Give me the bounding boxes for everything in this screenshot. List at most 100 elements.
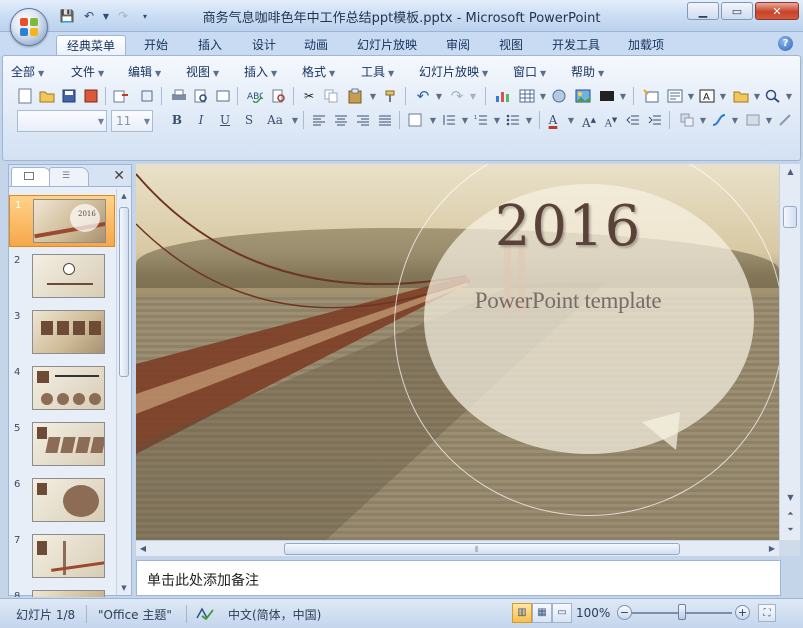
menu-help[interactable]: 帮助 ▼	[571, 62, 604, 82]
scroll-right-icon[interactable]: ▶	[765, 541, 779, 557]
tab-developer[interactable]: 开发工具	[542, 35, 610, 56]
bold-button[interactable]: B	[167, 110, 187, 130]
maximize-button[interactable]: ▭	[721, 2, 753, 20]
undo-toolbar-dropdown-icon[interactable]: ▼	[429, 86, 449, 106]
menu-all[interactable]: 全部 ▼	[11, 62, 44, 82]
thumbnail-slide-4[interactable]: 4	[9, 363, 115, 415]
help-icon[interactable]: ?	[778, 36, 793, 51]
office-button[interactable]	[10, 8, 48, 46]
menu-format[interactable]: 格式 ▼	[302, 62, 335, 82]
align-left-icon[interactable]	[309, 110, 329, 130]
thumb-scroll-down-icon[interactable]: ▼	[117, 581, 131, 595]
print-preview-icon[interactable]	[191, 86, 211, 106]
menu-slideshow[interactable]: 幻灯片放映 ▼	[419, 62, 488, 82]
font-color-dropdown-icon[interactable]: ▼	[561, 110, 581, 130]
permission-icon[interactable]	[81, 86, 101, 106]
tab-view[interactable]: 视图	[489, 35, 533, 56]
format-painter-icon[interactable]	[381, 86, 401, 106]
thumb-scroll-thumb[interactable]	[119, 207, 129, 377]
menu-edit[interactable]: 编辑 ▼	[128, 62, 161, 82]
thumbnail-slide-5[interactable]: 5	[9, 419, 115, 471]
open-folder-icon[interactable]	[37, 86, 57, 106]
scroll-left-icon[interactable]: ◀	[136, 541, 150, 557]
thumbnail-slide-1[interactable]: 1 2016	[9, 195, 115, 247]
shrink-font-button[interactable]: A▼	[601, 110, 621, 130]
change-case-dropdown-icon[interactable]: ▼	[285, 110, 305, 130]
shape-outline-icon[interactable]	[775, 110, 795, 130]
insert-clipart-icon[interactable]	[549, 86, 569, 106]
justify-icon[interactable]	[375, 110, 395, 130]
italic-button[interactable]: I	[191, 110, 211, 130]
thumbnail-slide-6[interactable]: 6	[9, 475, 115, 527]
fit-to-window-icon[interactable]: ⛶	[758, 604, 776, 622]
thumbnail-slide-3[interactable]: 3	[9, 307, 115, 359]
previous-slide-icon[interactable]: ⏶	[780, 506, 801, 522]
underline-button[interactable]: U	[215, 110, 235, 130]
decrease-indent-icon[interactable]	[623, 110, 643, 130]
slide-scroll-up-icon[interactable]: ▲	[780, 164, 801, 180]
paste-icon[interactable]	[345, 86, 365, 106]
language-indicator[interactable]: 中文(简体，中国)	[228, 606, 321, 623]
tab-slideshow[interactable]: 幻灯片放映	[347, 35, 427, 56]
outline-tab[interactable]: ☰	[49, 167, 89, 186]
change-case-button[interactable]: Aa	[263, 110, 287, 130]
zoom-slider-thumb[interactable]	[678, 604, 686, 620]
insert-chart-icon[interactable]	[493, 86, 513, 106]
slide-year-title[interactable]: 2016	[436, 194, 700, 259]
bullets-dropdown-icon[interactable]: ▼	[519, 110, 539, 130]
zoom-in-button[interactable]: +	[735, 605, 750, 620]
find-dropdown-icon[interactable]: ▼	[779, 86, 799, 106]
save-disk-icon[interactable]	[59, 86, 79, 106]
text-box-dropdown-icon[interactable]: ▼	[713, 86, 733, 106]
pane-close-icon[interactable]: ✕	[113, 168, 125, 184]
thumbnail-scrollbar[interactable]: ▲ ▼	[116, 189, 131, 595]
notes-pane[interactable]: 单击此处添加备注	[136, 560, 781, 596]
thumb-scroll-up-icon[interactable]: ▲	[117, 189, 131, 203]
align-right-icon[interactable]	[353, 110, 373, 130]
paste-dropdown-icon[interactable]: ▼	[363, 86, 383, 106]
quick-styles-dropdown-icon[interactable]: ▼	[725, 110, 745, 130]
slide-hscroll-thumb[interactable]: ⦀	[284, 543, 680, 555]
slide-view-icon[interactable]	[213, 86, 233, 106]
tab-home[interactable]: 开始	[134, 35, 178, 56]
spellcheck-icon[interactable]	[196, 606, 214, 623]
export-icon[interactable]	[111, 86, 131, 106]
zoom-out-button[interactable]: −	[617, 605, 632, 620]
next-slide-icon[interactable]: ⏷	[780, 522, 801, 538]
menu-view[interactable]: 视图 ▼	[186, 62, 219, 82]
slide-subtitle[interactable]: PowerPoint template	[436, 288, 700, 314]
slide-sorter-view-button[interactable]: ▦	[532, 603, 552, 623]
copy-icon[interactable]	[321, 86, 341, 106]
close-button[interactable]: ✕	[755, 2, 799, 20]
normal-view-button[interactable]: ▥	[512, 603, 532, 623]
align-center-icon[interactable]	[331, 110, 351, 130]
font-name-combo[interactable]: ▼	[17, 110, 107, 132]
tab-addins[interactable]: 加载项	[618, 35, 674, 56]
slide-horizontal-scrollbar[interactable]: ◀ ⦀ ▶	[136, 540, 779, 556]
tab-animations[interactable]: 动画	[294, 35, 338, 56]
increase-indent-icon[interactable]	[645, 110, 665, 130]
insert-picture-icon[interactable]	[573, 86, 593, 106]
insert-shape-dropdown-icon[interactable]: ▼	[613, 86, 633, 106]
zoom-level[interactable]: 100%	[576, 606, 610, 620]
slide-vscroll-thumb[interactable]	[783, 206, 797, 228]
tab-classic-menu[interactable]: 经典菜单	[56, 35, 127, 56]
thumbnail-slide-7[interactable]: 7	[9, 531, 115, 583]
cut-icon[interactable]: ✂	[299, 86, 319, 106]
current-slide[interactable]: 2016 PowerPoint template	[136, 164, 779, 540]
research-icon[interactable]	[269, 86, 289, 106]
thumbnail-slide-2[interactable]: 2	[9, 251, 115, 303]
menu-file[interactable]: 文件 ▼	[71, 62, 104, 82]
thumbnail-slide-8[interactable]: 8	[9, 587, 115, 597]
tab-insert[interactable]: 插入	[188, 35, 232, 56]
spelling-icon[interactable]: ABC	[245, 86, 265, 106]
menu-tools[interactable]: 工具 ▼	[361, 62, 394, 82]
attach-icon[interactable]	[137, 86, 157, 106]
tab-review[interactable]: 审阅	[436, 35, 480, 56]
text-direction-icon[interactable]	[405, 110, 425, 130]
print-icon[interactable]	[169, 86, 189, 106]
new-document-icon[interactable]	[15, 86, 35, 106]
slideshow-view-button[interactable]: ▭	[552, 603, 572, 623]
slide-scroll-down-icon[interactable]: ▼	[780, 490, 801, 506]
new-slide-icon[interactable]	[641, 86, 661, 106]
